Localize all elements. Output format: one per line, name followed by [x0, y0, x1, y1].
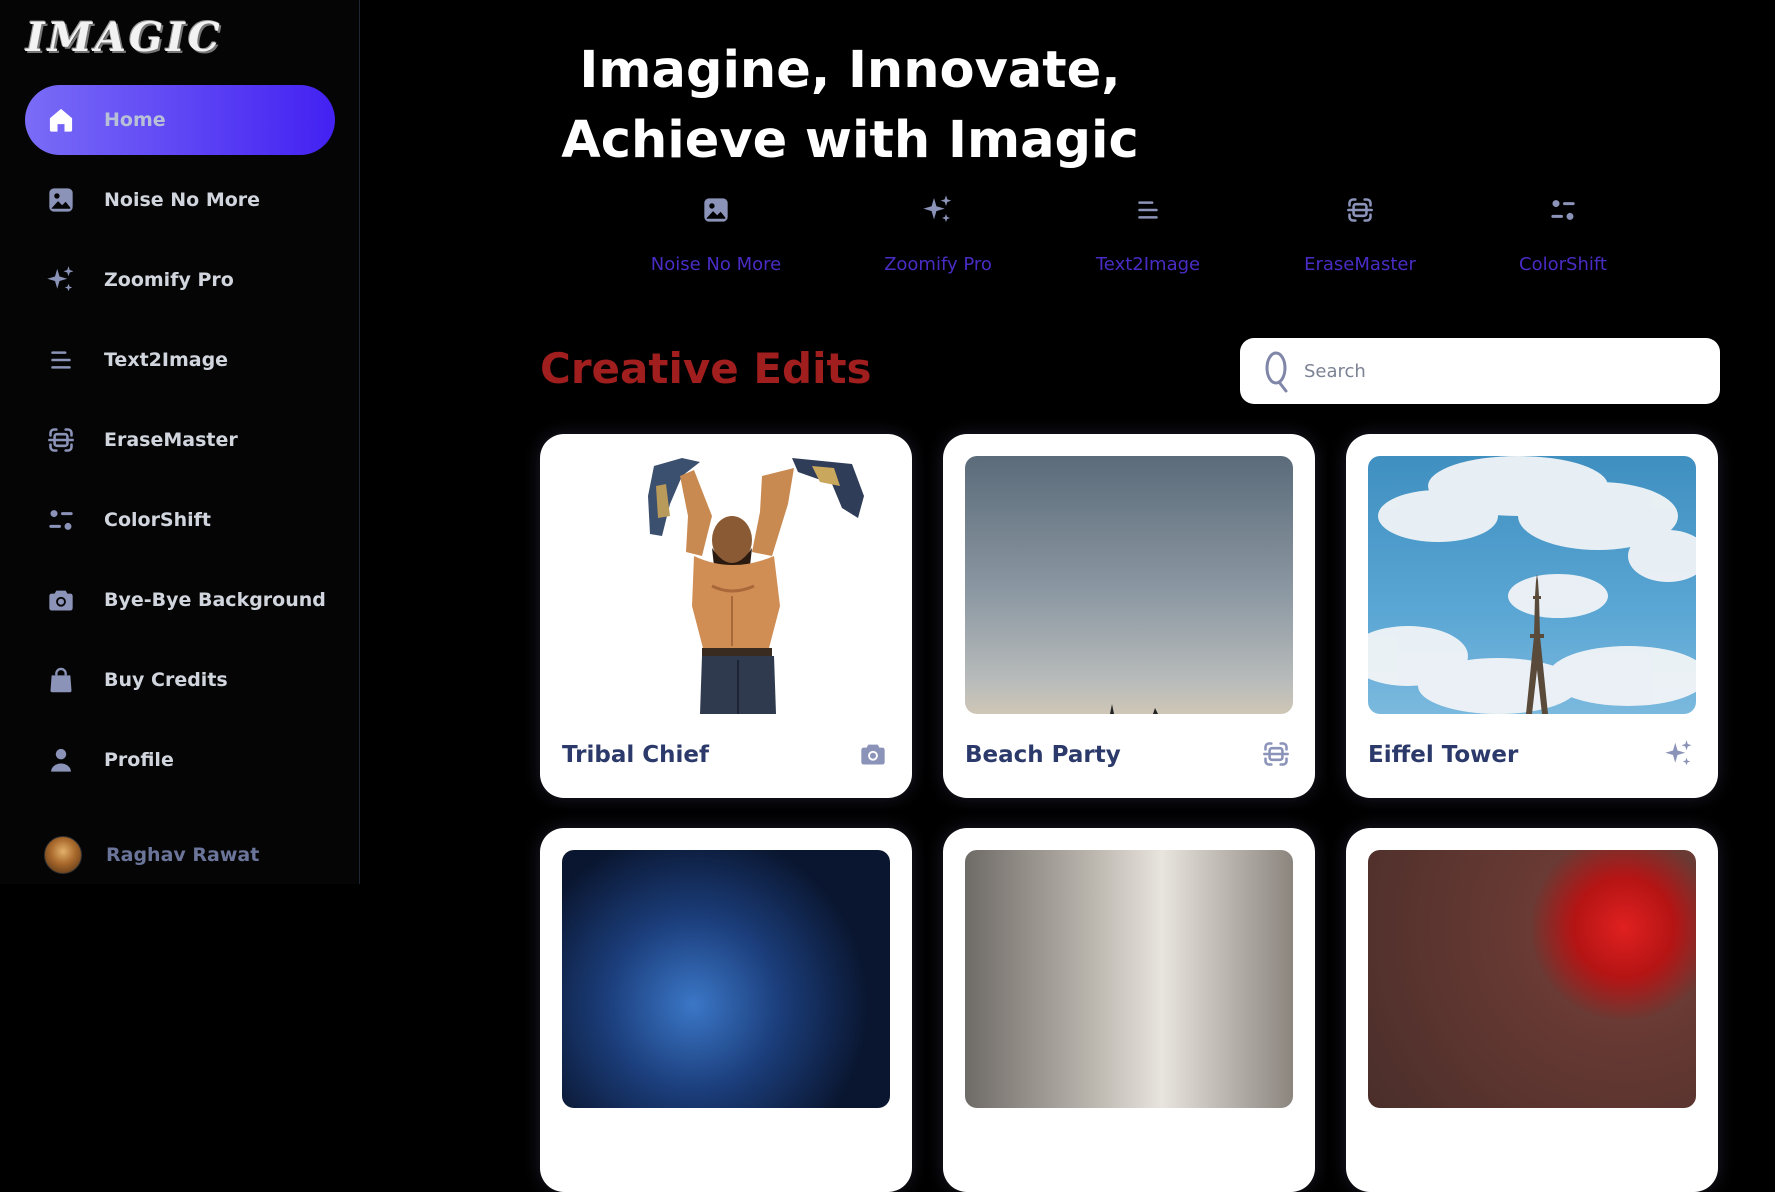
sidebar-item-noise-no-more[interactable]: Noise No More [25, 165, 335, 235]
scan-icon [45, 424, 77, 456]
text-lines-icon [1058, 190, 1238, 230]
gallery-card[interactable]: Tribal Chief [540, 434, 912, 798]
quick-link-zoomify-pro[interactable]: Zoomify Pro [848, 190, 1028, 275]
card-title: Beach Party [965, 742, 1121, 768]
sidebar-item-label: Text2Image [104, 349, 229, 371]
hero-line-1: Imagine, Innovate, [579, 41, 1121, 100]
quick-link-label: Noise No More [650, 254, 782, 275]
card-image-galaxy [562, 850, 890, 1108]
sparkles-icon [848, 190, 1028, 230]
quick-link-label: EraseMaster [1304, 254, 1416, 275]
logo[interactable]: IMAGIC [26, 14, 223, 61]
image-icon [45, 184, 77, 216]
search-icon [1262, 349, 1292, 393]
hero-heading: Imagine, Innovate, Achieve with Imagic [560, 36, 1140, 176]
text-lines-icon [45, 344, 77, 376]
gallery-card[interactable] [1346, 828, 1718, 1192]
sidebar-item-home[interactable]: Home [25, 85, 335, 155]
sidebar-item-text2image[interactable]: Text2Image [25, 325, 335, 395]
sidebar-item-profile[interactable]: Profile [25, 725, 335, 795]
sidebar-item-buy-credits[interactable]: Buy Credits [25, 645, 335, 715]
sidebar-item-label: Profile [104, 749, 174, 771]
card-image-beach-party [965, 456, 1293, 714]
scan-icon[interactable] [1259, 737, 1293, 771]
sidebar-item-label: Noise No More [104, 189, 261, 211]
card-image-street [965, 850, 1293, 1108]
sparkles-icon [45, 264, 77, 296]
home-icon [45, 104, 77, 136]
gallery-card[interactable]: Eiffel Tower [1346, 434, 1718, 798]
search-bar[interactable] [1240, 338, 1720, 404]
bag-icon [45, 664, 77, 696]
hero-line-2: Achieve with Imagic [561, 111, 1139, 170]
sidebar-item-label: Bye-Bye Background [104, 589, 326, 611]
section-title: Creative Edits [540, 344, 872, 393]
quick-link-label: Zoomify Pro [884, 254, 992, 275]
sidebar: IMAGIC Home Noise No More Zoomify Pro Te… [0, 0, 360, 884]
card-title: Eiffel Tower [1368, 742, 1519, 768]
sidebar-item-label: EraseMaster [104, 429, 238, 451]
user-profile[interactable]: Raghav Rawat [44, 836, 259, 874]
quick-link-label: ColorShift [1519, 254, 1607, 275]
quick-link-colorshift[interactable]: ColorShift [1473, 190, 1653, 275]
camera-icon [45, 584, 77, 616]
avatar[interactable] [44, 836, 82, 874]
sidebar-item-label: Buy Credits [104, 669, 228, 691]
gallery-card[interactable] [540, 828, 912, 1192]
search-input[interactable] [1302, 359, 1686, 383]
scan-icon [1270, 190, 1450, 230]
sidebar-item-label: ColorShift [104, 509, 212, 531]
gallery-card[interactable]: Beach Party [943, 434, 1315, 798]
sidebar-item-bye-bye-background[interactable]: Bye-Bye Background [25, 565, 335, 635]
camera-icon[interactable] [856, 737, 890, 771]
sidebar-item-label: Zoomify Pro [104, 269, 234, 291]
user-name: Raghav Rawat [106, 844, 260, 866]
user-icon [45, 744, 77, 776]
quick-link-erasemaster[interactable]: EraseMaster [1270, 190, 1450, 275]
gallery-card[interactable] [943, 828, 1315, 1192]
card-image-rose [1368, 850, 1696, 1108]
quick-link-text2image[interactable]: Text2Image [1058, 190, 1238, 275]
card-image-eiffel-tower [1368, 456, 1696, 714]
quick-link-label: Text2Image [1095, 254, 1201, 275]
quick-link-noise-no-more[interactable]: Noise No More [626, 190, 806, 275]
image-icon [626, 190, 806, 230]
sparkles-icon[interactable] [1662, 737, 1696, 771]
card-title: Tribal Chief [562, 742, 710, 768]
filter-icon [45, 504, 77, 536]
card-image-tribal-chief [562, 456, 890, 714]
sidebar-item-erasemaster[interactable]: EraseMaster [25, 405, 335, 475]
sidebar-item-colorshift[interactable]: ColorShift [25, 485, 335, 555]
sidebar-item-zoomify-pro[interactable]: Zoomify Pro [25, 245, 335, 315]
filter-icon [1473, 190, 1653, 230]
sidebar-item-label: Home [104, 109, 166, 131]
